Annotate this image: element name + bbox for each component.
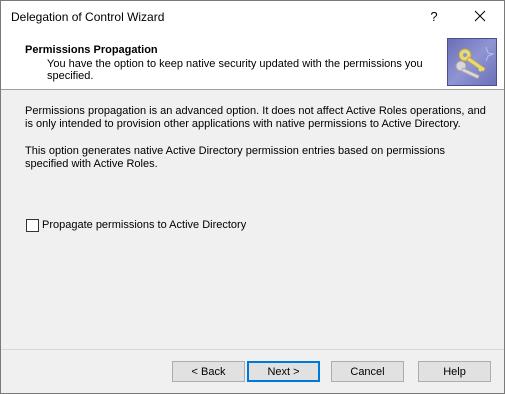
page-title: Permissions Propagation xyxy=(25,44,158,56)
propagation-info-text: Permissions propagation is an advanced o… xyxy=(25,105,486,130)
window-title: Delegation of Control Wizard xyxy=(11,10,165,24)
wizard-header: Permissions Propagation You have the opt… xyxy=(1,32,504,90)
next-button[interactable]: Next > xyxy=(247,361,320,382)
propagate-permissions-checkbox[interactable] xyxy=(26,218,39,232)
native-permissions-info-text: This option generates native Active Dire… xyxy=(25,145,446,170)
close-button[interactable] xyxy=(459,3,501,30)
cancel-button[interactable]: Cancel xyxy=(331,361,404,382)
help-button[interactable]: Help xyxy=(418,361,491,382)
close-icon xyxy=(474,10,486,22)
back-button[interactable]: < Back xyxy=(172,361,245,382)
wizard-window: Delegation of Control Wizard ? Permissio… xyxy=(0,0,505,394)
wizard-content: Permissions propagation is an advanced o… xyxy=(1,90,504,350)
help-title-button[interactable]: ? xyxy=(419,3,449,30)
propagate-permissions-label[interactable]: Propagate permissions to Active Director… xyxy=(42,219,246,231)
footer-divider xyxy=(1,349,504,350)
title-bar: Delegation of Control Wizard ? xyxy=(1,1,504,32)
propagate-permissions-option[interactable]: Propagate permissions to Active Director… xyxy=(26,218,246,232)
page-description: You have the option to keep native secur… xyxy=(47,58,423,82)
keys-icon xyxy=(447,38,497,86)
